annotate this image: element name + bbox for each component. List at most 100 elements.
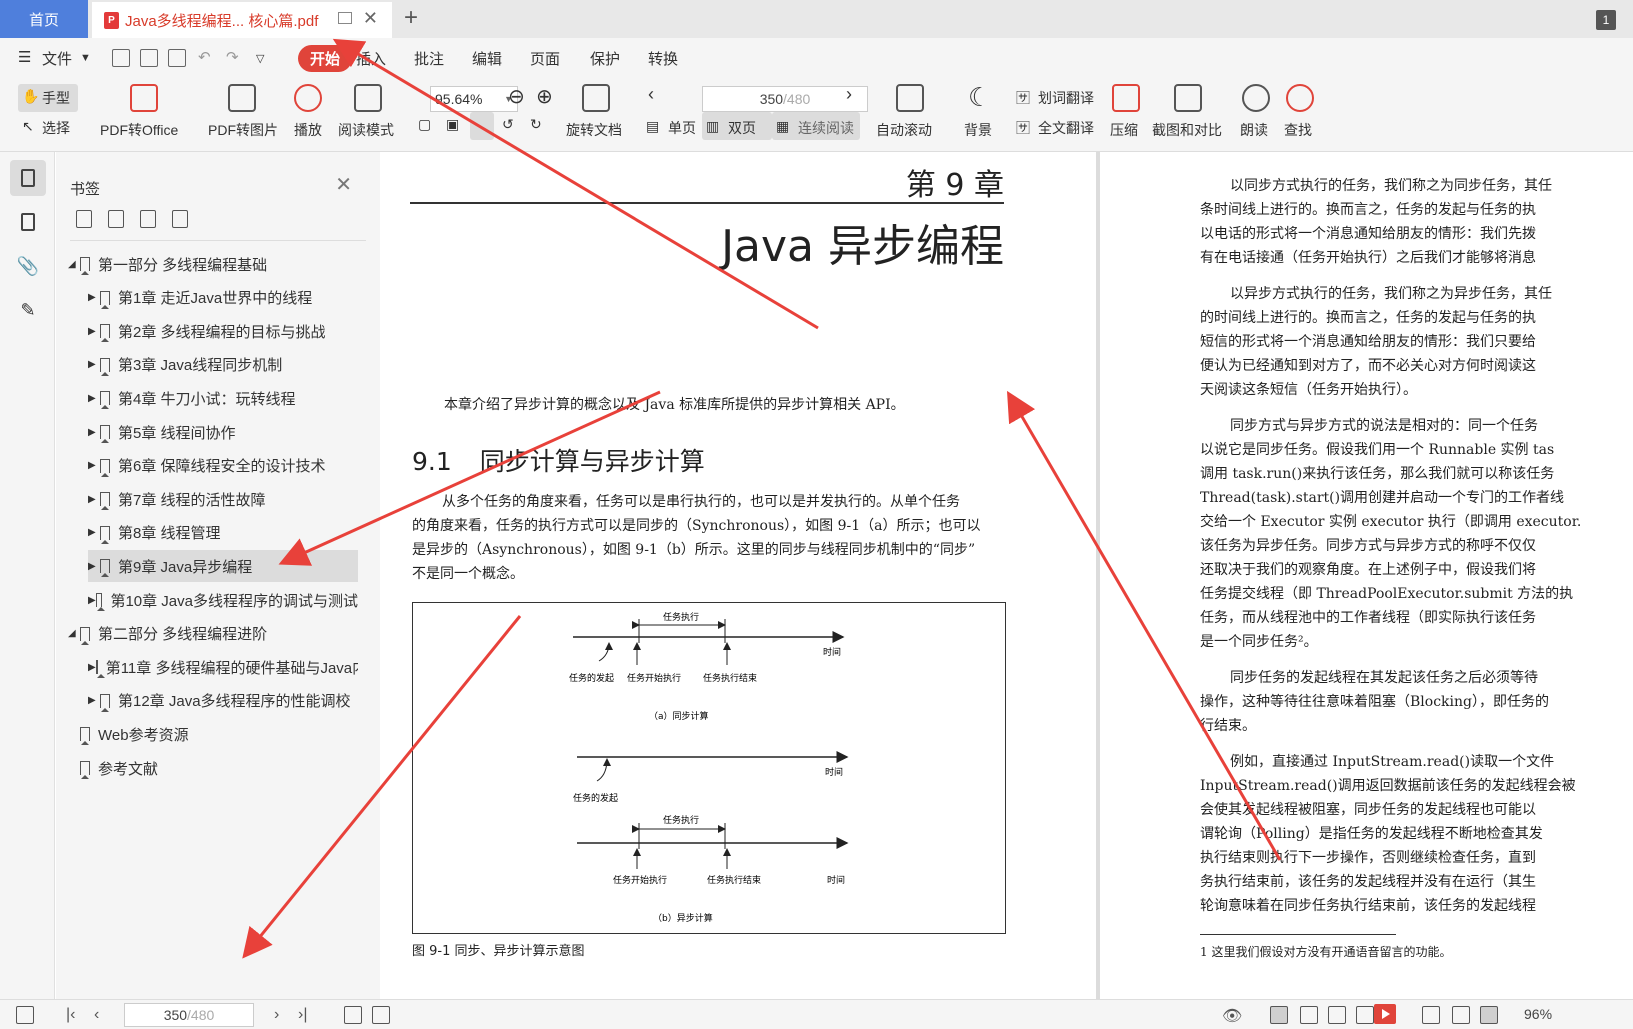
bookmark-item[interactable]: ▶ 第12章 Java多线程程序的性能调校 <box>88 685 358 717</box>
undo-icon[interactable]: ↶ <box>198 48 211 66</box>
full-translate-icon[interactable]: 🈂 <box>1016 118 1030 138</box>
menu-page[interactable]: 页面 <box>530 48 560 69</box>
expand-icon[interactable]: ▶ <box>88 494 100 505</box>
menu-annotate[interactable]: 批注 <box>414 48 444 69</box>
single-view-icon[interactable] <box>1300 1006 1318 1024</box>
book-view-icon[interactable] <box>1356 1006 1374 1024</box>
screenshot-icon[interactable] <box>1174 84 1202 112</box>
find-button[interactable]: 查找 <box>1284 120 1312 140</box>
attachment-icon[interactable]: 📎 <box>10 248 46 284</box>
single-page-button[interactable]: 单页 <box>668 118 696 138</box>
menu-protect[interactable]: 保护 <box>590 48 620 69</box>
expand-icon[interactable]: ▶ <box>88 595 96 606</box>
read-mode-icon[interactable] <box>354 84 382 112</box>
bookmark-item[interactable]: ▶ 第10章 Java多线程程序的调试与测试 <box>88 584 358 616</box>
tab-document[interactable]: P Java多线程编程... 核心篇.pdf ✕ <box>92 2 392 38</box>
rotate-document-button[interactable]: 旋转文档 <box>566 120 622 140</box>
bookmark-item[interactable]: ▶ 第1章 走近Java世界中的线程 <box>88 282 358 314</box>
fit-width-button[interactable] <box>470 112 494 140</box>
zoom-out-icon[interactable]: ⊖ <box>508 84 525 109</box>
page-number-input[interactable]: 350/480 <box>702 86 868 112</box>
auto-scroll-icon[interactable] <box>896 84 924 112</box>
rotate-document-icon[interactable] <box>582 84 610 112</box>
pdf-to-image-icon[interactable] <box>228 84 256 112</box>
chevron-down-icon[interactable]: ▼ <box>80 52 91 64</box>
bookmark-item[interactable]: ▶ 第11章 多线程编程的硬件基础与Java内存模型 <box>88 651 358 683</box>
rotate-left-icon[interactable]: ↺ <box>502 116 514 133</box>
pdf-to-image-button[interactable]: PDF转图片 <box>208 120 278 140</box>
sidebar-toggle-icon[interactable] <box>16 1006 34 1024</box>
compress-icon[interactable] <box>1112 84 1140 112</box>
word-translate-button[interactable]: 划词翻译 <box>1038 88 1094 108</box>
tab-home[interactable]: 首页 <box>0 0 88 38</box>
back-icon[interactable] <box>344 1006 362 1024</box>
find-icon[interactable] <box>1286 84 1314 112</box>
bookmark-item[interactable]: ◢ 第一部分 多线程编程基础 <box>68 248 358 280</box>
compress-button[interactable]: 压缩 <box>1110 120 1138 140</box>
collapse-icon[interactable]: ◢ <box>68 259 80 270</box>
screenshot-compare-button[interactable]: 截图和对比 <box>1152 120 1222 140</box>
document-viewer[interactable]: 第 9 章 Java 异步编程 本章介绍了异步计算的概念以及 Java 标准库所… <box>380 152 1633 999</box>
status-page-input[interactable]: 350/480 <box>124 1003 254 1027</box>
expand-icon[interactable]: ▶ <box>88 460 100 471</box>
bookmark-item[interactable]: ◢ 第二部分 多线程编程进阶 <box>68 618 358 650</box>
continuous-view-icon[interactable] <box>1270 1006 1288 1024</box>
zoom-input[interactable]: 95.64% ▼ <box>430 86 518 112</box>
auto-scroll-button[interactable]: 自动滚动 <box>876 120 932 140</box>
bookmark-item[interactable]: ▶ 第6章 保障线程安全的设计技术 <box>88 450 358 482</box>
bookmark-flag-icon[interactable] <box>172 210 188 228</box>
remove-bookmark-icon[interactable] <box>108 210 124 228</box>
rotate-right-icon[interactable]: ↻ <box>530 116 542 133</box>
bookmark-item[interactable]: ▶ 第3章 Java线程同步机制 <box>88 349 358 381</box>
expand-icon[interactable]: ▶ <box>88 695 100 706</box>
word-translate-icon[interactable]: 🈂 <box>1016 88 1030 108</box>
first-page-icon[interactable]: |‹ <box>66 1006 75 1024</box>
last-page-icon[interactable]: ›| <box>298 1006 307 1024</box>
next-page-icon[interactable]: › <box>274 1006 279 1024</box>
eye-icon[interactable]: 👁 <box>1222 1006 1242 1026</box>
bookmark-item[interactable]: ▶ 第4章 牛刀小试：玩转线程 <box>88 382 358 414</box>
expand-bookmark-icon[interactable] <box>140 210 156 228</box>
bookmark-item[interactable]: ▶ 第9章 Java异步编程 <box>88 550 358 583</box>
moon-icon[interactable]: ☾ <box>968 82 991 113</box>
expand-icon[interactable]: ▶ <box>88 561 100 572</box>
read-aloud-icon[interactable] <box>1242 84 1270 112</box>
save-icon[interactable] <box>140 49 158 67</box>
actual-size-icon[interactable]: ▢ <box>418 116 431 133</box>
expand-icon[interactable]: ▶ <box>88 662 96 673</box>
background-button[interactable]: 背景 <box>964 120 992 140</box>
full-translate-button[interactable]: 全文翻译 <box>1038 118 1094 138</box>
signature-icon[interactable]: ✎ <box>10 292 46 328</box>
zoom-in-icon[interactable]: ⊕ <box>536 84 553 109</box>
play-icon[interactable] <box>1374 1004 1396 1024</box>
bookmark-item[interactable]: ▶ 第7章 线程的活性故障 <box>88 483 358 515</box>
menu-start[interactable]: 开始 <box>298 45 352 72</box>
forward-icon[interactable] <box>372 1006 390 1024</box>
expand-icon[interactable]: ▶ <box>88 427 100 438</box>
close-panel-icon[interactable]: ✕ <box>335 172 352 197</box>
next-page-icon[interactable]: › <box>846 84 852 105</box>
double-view-icon[interactable] <box>1328 1006 1346 1024</box>
new-tab-icon[interactable]: + <box>404 4 418 32</box>
read-mode-button[interactable]: 阅读模式 <box>338 120 394 140</box>
bookmark-item[interactable]: Web参考资源 <box>68 718 358 750</box>
bookmark-item[interactable]: ▶ 第8章 线程管理 <box>88 517 358 549</box>
redo-icon[interactable]: ↷ <box>226 48 239 66</box>
play-icon[interactable] <box>294 84 322 112</box>
add-bookmark-icon[interactable] <box>76 210 92 228</box>
open-folder-icon[interactable] <box>112 49 130 67</box>
prev-page-icon[interactable]: ‹ <box>648 84 654 105</box>
fit-page-icon[interactable]: ▣ <box>446 116 459 133</box>
menu-edit[interactable]: 编辑 <box>472 48 502 69</box>
fit-page-icon[interactable] <box>1452 1006 1470 1024</box>
expand-icon[interactable]: ▶ <box>88 326 100 337</box>
close-tab-icon[interactable]: ✕ <box>363 8 378 29</box>
cursor-icon[interactable]: ↖ <box>22 118 34 135</box>
play-button[interactable]: 播放 <box>294 120 322 140</box>
expand-icon[interactable]: ▶ <box>88 393 100 404</box>
collapse-icon[interactable]: ◢ <box>68 628 80 639</box>
bookmark-item[interactable]: 参考文献 <box>68 752 358 784</box>
prev-page-icon[interactable]: ‹ <box>94 1006 99 1024</box>
expand-icon[interactable]: ▶ <box>88 292 100 303</box>
status-zoom[interactable]: 96% <box>1524 1006 1552 1022</box>
